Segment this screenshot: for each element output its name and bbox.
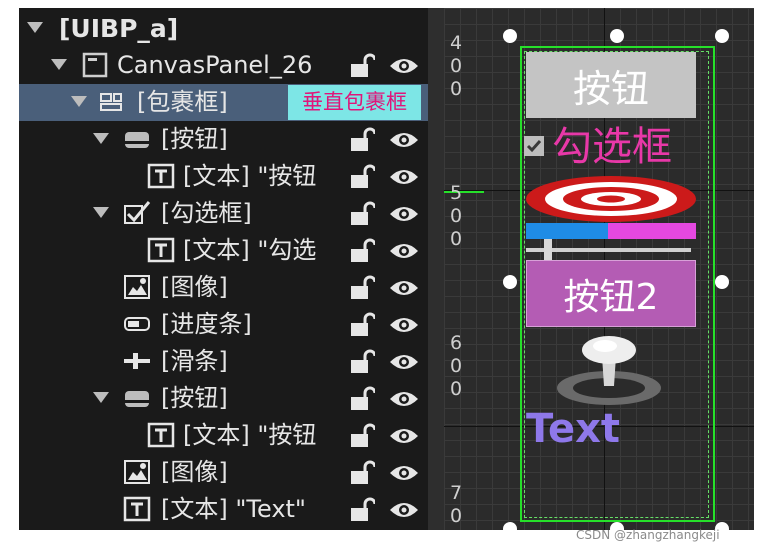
editor-screenshot: [UIBP_a] CanvasPanel_26 [包裹框] 垂直包裹框 [按钮]… (0, 0, 760, 552)
tree-row-slider[interactable]: [滑条] (19, 343, 428, 380)
tree-row-uibp-a[interactable]: [UIBP_a] (19, 10, 428, 47)
tree-label: [文本] "按钮 (183, 162, 317, 190)
text-icon (123, 496, 151, 522)
tree-label: [图像] (161, 458, 228, 486)
tree-row-checkbox[interactable]: [勾选框] (19, 195, 428, 232)
eye-icon[interactable] (389, 352, 419, 372)
caret-down-icon[interactable] (93, 133, 109, 144)
text-icon (147, 237, 175, 263)
progress-fill (526, 223, 608, 239)
tree-label: [勾选框] (161, 199, 252, 227)
tree-label: [按钮] (161, 384, 228, 412)
resize-handle[interactable] (503, 29, 517, 43)
eye-icon[interactable] (389, 389, 419, 409)
ruler-label: 600 (450, 332, 463, 400)
lock-icon[interactable] (349, 201, 375, 227)
watermark: CSDN @zhangzhangkeji (576, 528, 720, 542)
image-icon (124, 460, 150, 484)
ruler-label: 700 (450, 482, 463, 530)
lock-icon[interactable] (349, 238, 375, 264)
checkbox-label: 勾选框 (552, 124, 672, 170)
text-icon (147, 422, 175, 448)
tree-label: [图像] (161, 273, 228, 301)
widget-type-tag: 垂直包裹框 (288, 85, 421, 120)
lock-icon[interactable] (349, 312, 375, 338)
checkbox-icon (124, 201, 151, 224)
tree-row-button[interactable]: [按钮] (19, 121, 428, 158)
tree-row-image[interactable]: [图像] (19, 269, 428, 306)
eye-icon[interactable] (389, 204, 419, 224)
tree-row-progress-bar[interactable]: [进度条] (19, 306, 428, 343)
tree-row-canvas-panel[interactable]: CanvasPanel_26 (19, 47, 428, 84)
tree-label: [文本] "勾选 (183, 236, 317, 264)
tree-label: [文本] "按钮 (183, 421, 317, 449)
lock-icon[interactable] (349, 460, 375, 486)
tree-row-text[interactable]: [文本] "Text" (19, 491, 428, 528)
tree-row-text[interactable]: [文本] "勾选 (19, 232, 428, 269)
designer-canvas[interactable]: 400 500 600 700 按钮 勾选框 (444, 8, 754, 530)
button-icon (125, 132, 149, 148)
caret-down-icon[interactable] (71, 96, 87, 107)
ruler-label: 400 (450, 32, 463, 100)
eye-icon[interactable] (389, 426, 419, 446)
lock-icon[interactable] (349, 275, 375, 301)
caret-down-icon[interactable] (93, 207, 109, 218)
image-icon (124, 275, 150, 299)
eye-icon[interactable] (389, 278, 419, 298)
slider-handle[interactable] (544, 239, 552, 261)
canvas-panel-icon (82, 52, 108, 78)
tree-label: [按钮] (161, 125, 228, 153)
lock-icon[interactable] (349, 349, 375, 375)
joystick-image (557, 336, 661, 405)
resize-handle[interactable] (715, 29, 729, 43)
checkbox-icon[interactable] (524, 136, 544, 156)
wrap-box-icon (100, 93, 122, 111)
eye-icon[interactable] (389, 56, 419, 76)
progress-bar-icon (124, 317, 150, 331)
caret-down-icon[interactable] (51, 59, 67, 70)
lock-icon[interactable] (349, 386, 375, 412)
tree-label: [滑条] (161, 347, 228, 375)
tree-label: [文本] "Text" (161, 495, 306, 523)
caret-down-icon[interactable] (93, 392, 109, 403)
eye-icon[interactable] (389, 130, 419, 150)
resize-handle[interactable] (715, 275, 729, 289)
tree-row-button[interactable]: [按钮] (19, 380, 428, 417)
lock-icon[interactable] (349, 497, 375, 523)
ruler-label: 500 (450, 182, 463, 250)
eye-icon[interactable] (389, 167, 419, 187)
eye-icon[interactable] (389, 463, 419, 483)
tree-label: [UIBP_a] (59, 14, 179, 43)
target-image (526, 176, 696, 222)
resize-handle[interactable] (503, 522, 517, 530)
hierarchy-panel: [UIBP_a] CanvasPanel_26 [包裹框] 垂直包裹框 [按钮]… (19, 8, 428, 530)
eye-icon[interactable] (389, 241, 419, 261)
preview-progress-bar (526, 223, 696, 239)
tree-row-image[interactable]: [图像] (19, 454, 428, 491)
tree-row-text[interactable]: [文本] "按钮 (19, 417, 428, 454)
caret-down-icon[interactable] (27, 22, 43, 33)
button-icon (125, 391, 149, 407)
lock-icon[interactable] (349, 423, 375, 449)
lock-icon[interactable] (349, 53, 375, 79)
resize-handle[interactable] (503, 275, 517, 289)
tree-label: CanvasPanel_26 (117, 51, 313, 79)
lock-icon[interactable] (349, 127, 375, 153)
slider-icon (124, 353, 150, 369)
text-icon (147, 163, 175, 189)
tree-label: [进度条] (161, 310, 252, 338)
resize-handle[interactable] (610, 29, 624, 43)
eye-icon[interactable] (389, 500, 419, 520)
preview-text: Text (526, 406, 621, 452)
panel-splitter[interactable] (428, 8, 444, 530)
tree-label: [包裹框] (137, 88, 228, 116)
tree-row-text[interactable]: [文本] "按钮 (19, 158, 428, 195)
preview-button[interactable]: 按钮 (526, 52, 696, 118)
eye-icon[interactable] (389, 315, 419, 335)
tree-row-wrap-box[interactable]: [包裹框] 垂直包裹框 (19, 84, 428, 121)
preview-button-2[interactable]: 按钮2 (526, 260, 696, 327)
lock-icon[interactable] (349, 164, 375, 190)
